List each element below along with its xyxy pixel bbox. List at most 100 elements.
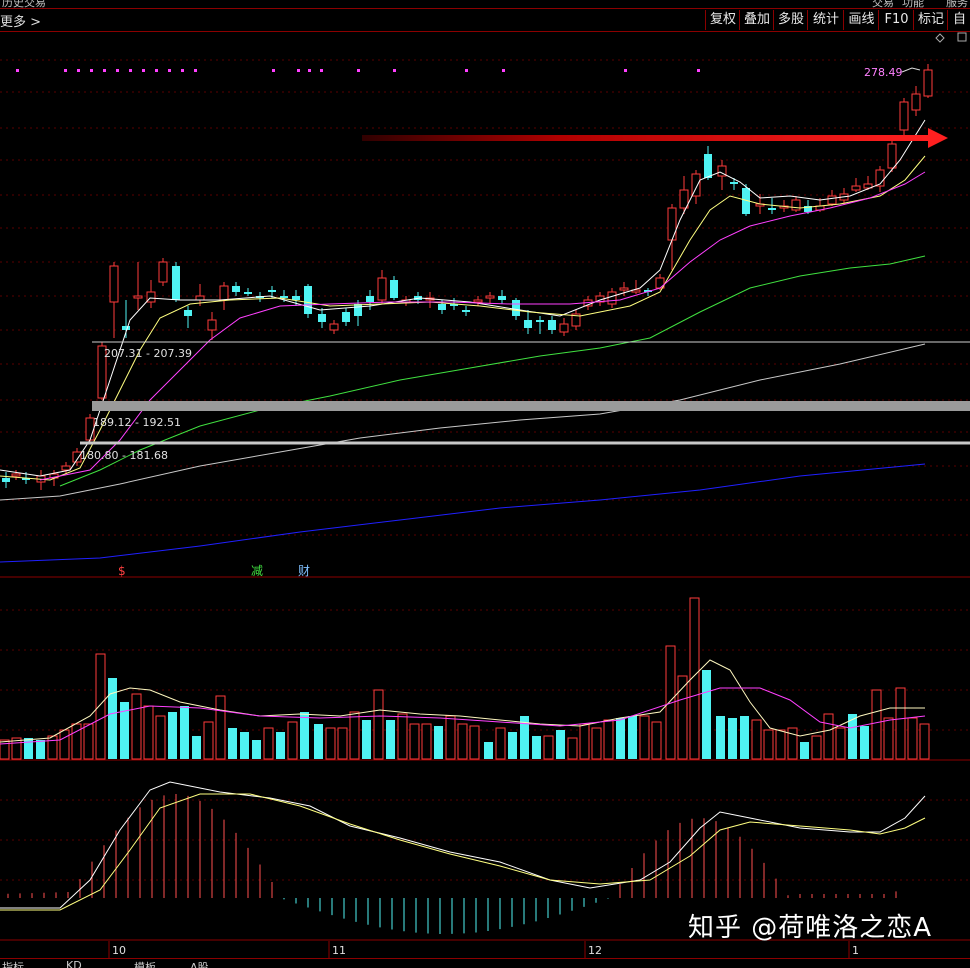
panel-diamond-icon <box>935 33 945 43</box>
volume-bar-22 <box>263 727 274 760</box>
more-menu[interactable]: 更多 > <box>0 11 41 30</box>
signal-dot-14 <box>308 69 311 72</box>
top-menu-bar: 历史交易 交易 功能 服务 <box>0 0 970 9</box>
volume-bar-58 <box>702 670 711 759</box>
volume-bar-27 <box>325 727 336 760</box>
x-tick-label-1: 11 <box>332 944 346 957</box>
kline-chart[interactable]: 207.31 - 207.39 189.12 - 192.51 180.80 - 1… <box>0 0 970 967</box>
signal-dot-0 <box>16 69 19 72</box>
volume-bar-47 <box>567 737 578 760</box>
volume-bar-26 <box>314 724 323 759</box>
signal-dot-10 <box>181 69 184 72</box>
candle-body-30 <box>366 296 374 302</box>
candle-body-60 <box>730 182 738 184</box>
candle-body-29 <box>354 304 362 316</box>
volume-bar-67 <box>811 735 822 760</box>
volume-bar-64 <box>775 729 786 760</box>
ma10-line <box>0 155 926 481</box>
candle-body-63 <box>768 208 776 210</box>
volume-bar-9 <box>108 678 117 759</box>
candle-body-46 <box>559 323 569 333</box>
signal-dot-11 <box>194 69 197 72</box>
volume-bar-29 <box>349 711 360 760</box>
f10-button[interactable]: F10 <box>878 10 914 30</box>
signal-dot-7 <box>142 69 145 72</box>
multi-stock-button[interactable]: 多股 <box>773 10 808 30</box>
zone-band-2 <box>92 401 970 411</box>
volume-bar-12 <box>143 705 154 760</box>
volume-bar-76 <box>919 723 930 760</box>
volume-bar-44 <box>532 736 541 759</box>
candle-body-26 <box>318 314 326 322</box>
volume-bar-71 <box>860 726 869 759</box>
zone-label-0: 207.31 - 207.39 <box>104 347 192 360</box>
candle-body-55 <box>667 207 677 241</box>
signal-dot-20 <box>624 69 627 72</box>
watermark: 知乎 @荷唯洛之恋A <box>688 913 933 943</box>
volume-bar-61 <box>740 716 749 759</box>
event-marker-1: 减 <box>251 564 263 578</box>
signal-dot-4 <box>103 69 106 72</box>
event-marker-2: 财 <box>298 564 310 578</box>
candle-body-28 <box>342 312 350 322</box>
overlay-button[interactable]: 叠加 <box>739 10 774 30</box>
volume-bar-33 <box>397 713 408 760</box>
volume-bar-30 <box>362 720 371 759</box>
candle-body-13 <box>158 261 168 283</box>
stats-button[interactable]: 统计 <box>807 10 844 30</box>
candle-body-74 <box>899 101 909 131</box>
volume-bar-24 <box>287 721 298 760</box>
volume-bar-2 <box>24 738 33 759</box>
draw-line-button[interactable]: 画线 <box>843 10 879 30</box>
volume-bar-18 <box>215 695 226 760</box>
mark-button[interactable]: 标记 <box>913 10 948 30</box>
volume-bar-73 <box>883 717 894 760</box>
candle-body-45 <box>548 320 556 330</box>
candle-body-58 <box>704 154 712 178</box>
ma250-line <box>0 463 926 563</box>
signal-dot-8 <box>155 69 158 72</box>
volume-bar-3 <box>36 740 45 759</box>
watchlist-button[interactable]: 自选 <box>947 10 970 30</box>
signal-dot-21 <box>697 69 700 72</box>
signal-dot-12 <box>272 69 275 72</box>
high-price-pointer <box>901 67 921 73</box>
volume-bar-11 <box>131 693 142 760</box>
volume-bar-7 <box>83 723 94 760</box>
volume-bar-23 <box>276 732 285 759</box>
candle-body-38 <box>462 310 470 312</box>
candle-body-43 <box>524 320 532 328</box>
zone-label-1: 189.12 - 192.51 <box>93 416 181 429</box>
ma20-line <box>39 171 926 481</box>
volume-bar-45 <box>543 735 554 760</box>
candle-body-20 <box>244 292 252 294</box>
fuquan-button[interactable]: 复权 <box>705 10 740 30</box>
trend-arrow-head <box>928 128 948 148</box>
event-marker-0: $ <box>118 564 126 578</box>
candle-body-25 <box>304 286 312 314</box>
macd-dea-line <box>0 793 926 911</box>
x-tick-label-0: 10 <box>112 944 126 957</box>
signal-dot-9 <box>168 69 171 72</box>
x-tick-label-3: 1 <box>852 944 859 957</box>
signal-dot-6 <box>129 69 132 72</box>
volume-bar-20 <box>240 732 249 759</box>
candle-body-70 <box>851 185 861 191</box>
volume-bar-40 <box>484 742 493 759</box>
volume-bar-38 <box>457 723 468 760</box>
candle-body-51 <box>619 287 629 291</box>
candle-body-22 <box>268 290 276 292</box>
signal-dot-13 <box>297 69 300 72</box>
panel-maximize-icon <box>957 32 967 42</box>
volume-bar-72 <box>871 689 882 760</box>
candle-body-1 <box>11 473 21 477</box>
volume-bar-13 <box>155 715 166 760</box>
signal-dot-16 <box>357 69 360 72</box>
signal-dot-5 <box>116 69 119 72</box>
signal-dot-19 <box>502 69 505 72</box>
candle-body-10 <box>122 326 130 330</box>
volume-bar-63 <box>763 729 774 760</box>
candle-body-65 <box>791 199 801 211</box>
x-tick-label-2: 12 <box>588 944 602 957</box>
volume-bar-21 <box>252 740 261 759</box>
